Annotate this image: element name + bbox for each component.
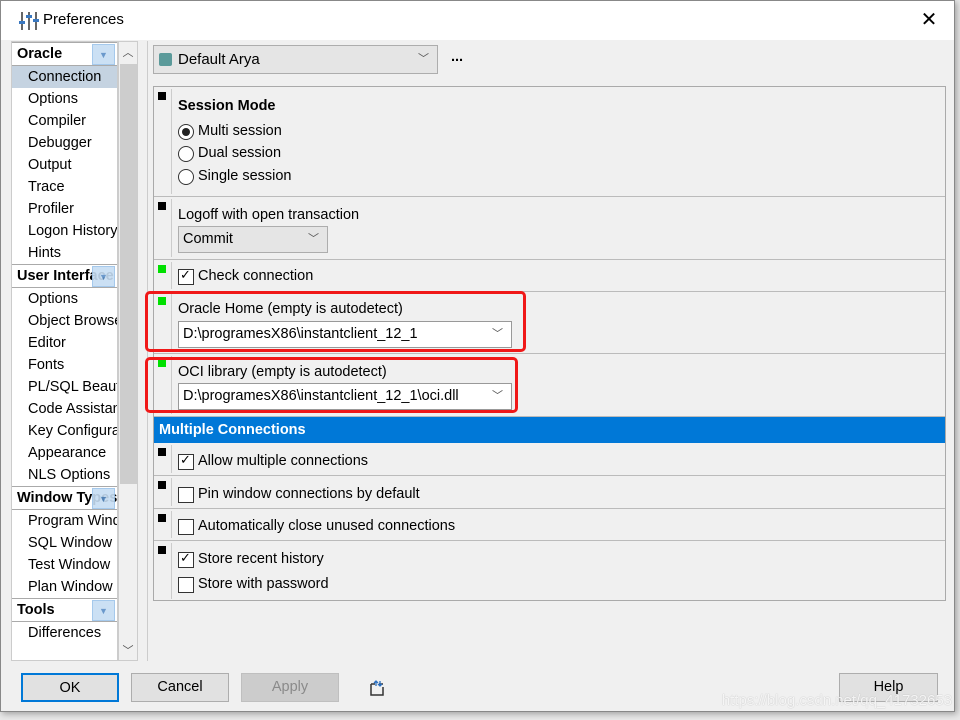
tree-item-code-assistant[interactable]: Code Assistant [12, 398, 117, 420]
tree-item-connection[interactable]: Connection [12, 66, 117, 88]
indicator-icon [158, 202, 166, 210]
history-section: Store recent history Store with password [154, 541, 945, 601]
tree-group-label: Oracle [17, 46, 63, 62]
title-bar: Preferences ✕ [1, 1, 954, 40]
tree-group-label: Tools [17, 602, 55, 618]
logoff-select[interactable]: Commit ﹀ [178, 226, 328, 253]
tree-item-output[interactable]: Output [12, 154, 117, 176]
tree-item-debugger[interactable]: Debugger [12, 132, 117, 154]
collapse-arrow-icon[interactable]: ▼ [92, 488, 115, 509]
scroll-down-icon[interactable]: ﹀ [119, 642, 137, 658]
radio-multi-session[interactable]: Multi session [178, 123, 282, 140]
highlight-oci-library [145, 357, 518, 413]
tree-item-object-browser[interactable]: Object Browser [12, 310, 117, 332]
tree-item-options[interactable]: Options [12, 88, 117, 110]
tree-item-editor[interactable]: Editor [12, 332, 117, 354]
import-export-icon[interactable] [368, 679, 386, 697]
indicator-icon [158, 514, 166, 522]
tree-item-pl-sql-beautifier[interactable]: PL/SQL Beautifier [12, 376, 117, 398]
close-button[interactable]: ✕ [914, 7, 944, 33]
chevron-down-icon: ﹀ [308, 233, 319, 245]
allow-multiple-section: Allow multiple connections [154, 443, 945, 476]
radio-dual-session[interactable]: Dual session [178, 145, 281, 162]
indicator-icon [158, 92, 166, 100]
tree-item-hints[interactable]: Hints [12, 242, 117, 264]
tree-item-test-window[interactable]: Test Window [12, 554, 117, 576]
tree-item-fonts[interactable]: Fonts [12, 354, 117, 376]
tree-group-window-types[interactable]: Window Types ▼ [12, 486, 117, 510]
tree-item-compiler[interactable]: Compiler [12, 110, 117, 132]
tree-item-nls-options[interactable]: NLS Options [12, 464, 117, 486]
tree-group-user-interface[interactable]: User Interface ▼ [12, 264, 117, 288]
logoff-value: Commit [183, 231, 233, 247]
indicator-icon [158, 481, 166, 489]
tree-item-sql-window[interactable]: SQL Window [12, 532, 117, 554]
tree-item-appearance[interactable]: Appearance [12, 442, 117, 464]
multiple-connections-header: Multiple Connections [154, 417, 945, 443]
check-connection-section: Check connection [154, 260, 945, 292]
collapse-arrow-icon[interactable]: ▼ [92, 266, 115, 287]
tree-item-trace[interactable]: Trace [12, 176, 117, 198]
store-history-checkbox[interactable]: Store recent history [178, 550, 324, 568]
window-title: Preferences [43, 11, 124, 28]
tree-item-key-configuration[interactable]: Key Configuration [12, 420, 117, 442]
indicator-icon [158, 265, 166, 273]
autoclose-section: Automatically close unused connections [154, 509, 945, 541]
profile-more-button[interactable]: ... [451, 49, 463, 65]
chevron-down-icon: ﹀ [418, 53, 429, 65]
allow-multiple-checkbox[interactable]: Allow multiple connections [178, 452, 368, 470]
tree-item-options[interactable]: Options [12, 288, 117, 310]
watermark: https://blog.csdn.net/qq_41732653 [721, 692, 952, 709]
tree-item-logon-history[interactable]: Logon History [12, 220, 117, 242]
category-tree: Oracle ▼ Connection Options Compiler Debugger… [11, 41, 118, 661]
collapse-arrow-icon[interactable]: ▼ [92, 44, 115, 65]
indicator-icon [158, 546, 166, 554]
tree-item-program-window[interactable]: Program Window [12, 510, 117, 532]
autoclose-checkbox[interactable]: Automatically close unused connections [178, 518, 455, 535]
profile-select[interactable]: Default Arya ﹀ [153, 45, 438, 74]
logoff-label: Logoff with open transaction [178, 207, 360, 223]
scroll-up-icon[interactable]: ︿ [119, 44, 137, 60]
tree-item-differences[interactable]: Differences [12, 622, 117, 644]
cancel-button[interactable]: Cancel [131, 673, 229, 702]
tree-group-oracle[interactable]: Oracle ▼ [12, 42, 117, 66]
tree-item-plan-window[interactable]: Plan Window [12, 576, 117, 598]
highlight-oracle-home [145, 291, 526, 352]
profile-cube-icon [159, 53, 172, 66]
profile-value: Default Arya [178, 51, 260, 68]
pin-section: Pin window connections by default [154, 476, 945, 509]
tree-item-profiler[interactable]: Profiler [12, 198, 117, 220]
ok-button[interactable]: OK [21, 673, 119, 702]
indicator-icon [158, 448, 166, 456]
scroll-thumb[interactable] [120, 64, 137, 484]
session-mode-title: Session Mode [178, 98, 276, 114]
preferences-dialog: Preferences ✕ Oracle ▼ Connection Options Co… [0, 0, 955, 712]
logoff-section: Logoff with open transaction Commit ﹀ [154, 197, 945, 260]
preferences-icon [19, 12, 39, 30]
tree-group-tools[interactable]: Tools ▼ [12, 598, 117, 622]
tree-scrollbar[interactable]: ︿ ﹀ [118, 41, 138, 661]
store-password-checkbox[interactable]: Store with password [178, 576, 329, 593]
check-connection-checkbox[interactable]: Check connection [178, 267, 313, 285]
session-mode-section: Session Mode Multi session Dual session … [154, 87, 945, 197]
collapse-arrow-icon[interactable]: ▼ [92, 600, 115, 621]
pin-connections-checkbox[interactable]: Pin window connections by default [178, 486, 420, 503]
apply-button[interactable]: Apply [241, 673, 339, 702]
radio-single-session[interactable]: Single session [178, 168, 292, 185]
